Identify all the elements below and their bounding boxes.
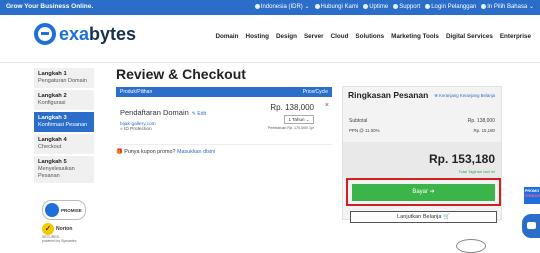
step-1: Langkah 1 Pengaturan Domain [34, 68, 94, 88]
top-bar: Grow Your Business Online. Indonesia (ID… [0, 0, 540, 15]
tax-line: PPN @ 11.00% Rp. 15,180 [349, 128, 495, 133]
header-product: Produk/Pilihan [120, 89, 153, 95]
total-box: Rp. 153,180 Total Tagihan hari ini [343, 142, 501, 178]
exabytes-logo-icon [34, 23, 56, 45]
pay-highlight: Bayar ➔ [346, 178, 501, 206]
menu-design[interactable]: Design [276, 33, 297, 40]
chat-icon[interactable] [522, 214, 540, 238]
main-menu: Domain Hosting Design Server Cloud Solut… [215, 33, 531, 40]
uptime-link[interactable]: Uptime [363, 4, 388, 10]
menu-server[interactable]: Server [304, 33, 324, 40]
step-5: Langkah 5 Menyelesaikan Pesanan [34, 156, 94, 183]
gift-icon: 🎁 [116, 149, 123, 155]
translate-icon [481, 4, 487, 9]
products-table: Produk/Pilihan Price/Cycle Pendaftaran D… [116, 87, 332, 145]
product-row: Pendaftaran Domain ✎ Edit bijak-gallery.c… [116, 97, 332, 145]
scroll-indicator [456, 239, 486, 253]
promise-badge: PROMISE [42, 200, 86, 220]
checkout-steps: Langkah 1 Pengaturan Domain Langkah 2 Konf… [34, 68, 94, 185]
menu-digital-services[interactable]: Digital Services [446, 33, 493, 40]
logo-text: exabytes [59, 23, 137, 44]
support-icon [393, 4, 399, 9]
norton-check-icon: ✓ [42, 223, 54, 235]
menu-enterprise[interactable]: Enterprise [500, 33, 531, 40]
promo-coupon: 🎁 Punya kupon promo? Masukkan disini [116, 149, 216, 155]
products-header: Produk/Pilihan Price/Cycle [116, 87, 332, 97]
exabytes-promise-icon [45, 203, 59, 217]
cart-link[interactable]: ⊕ Keranjang Keranjang Belanja [434, 93, 495, 99]
total-amount: Rp. 153,180 [428, 152, 495, 166]
login-link[interactable]: Login Pelanggan [425, 4, 476, 10]
flag-icon [254, 4, 260, 9]
contact-link[interactable]: Hubungi Kami [314, 4, 358, 10]
page-title: Review & Checkout [116, 66, 246, 82]
menu-marketing-tools[interactable]: Marketing Tools [391, 33, 439, 40]
trust-badges: PROMISE ✓ Norton SECURED powered by Syman… [34, 200, 94, 243]
language-currency-link[interactable]: Indonesia (IDR) ⌄ [254, 3, 310, 10]
norton-badge: ✓ Norton [42, 223, 94, 235]
support-link[interactable]: Support [393, 4, 420, 10]
pay-button[interactable]: Bayar ➔ [352, 184, 495, 201]
product-name: Pendaftaran Domain [120, 108, 189, 117]
summary-title: Ringkasan Pesanan [348, 90, 429, 100]
subtotal-line: Subtotal Rp. 138,000 [349, 118, 495, 124]
top-links: Indonesia (IDR) ⌄ Hubungi Kami Uptime Su… [254, 3, 534, 10]
menu-solutions[interactable]: Solutions [355, 33, 384, 40]
product-price: Rp. 138,000 [270, 103, 314, 112]
menu-hosting[interactable]: Hosting [246, 33, 269, 40]
cloud-icon [363, 4, 369, 9]
menu-cloud[interactable]: Cloud [331, 33, 349, 40]
continue-shopping-button[interactable]: Lanjutkan Belanja 🛒 [350, 211, 497, 223]
tagline: Grow Your Business Online. [6, 3, 94, 10]
logo[interactable]: exabytes [34, 23, 136, 45]
menu-domain[interactable]: Domain [215, 33, 238, 40]
step-2: Langkah 2 Konfigurasi [34, 90, 94, 110]
norton-powered-label: powered by Symantec [42, 239, 77, 243]
edit-link[interactable]: ✎ Edit [192, 111, 206, 117]
renewal-price: Pembaruan Rp. 170,000/ 1yr [267, 126, 314, 130]
remove-item-button[interactable]: × [325, 102, 329, 109]
promo-tab[interactable]: PROMOTERBARU [524, 187, 540, 204]
step-4: Langkah 4 Checkout [34, 134, 94, 154]
total-due-label: Total Tagihan hari ini [458, 169, 495, 174]
step-3-active: Langkah 3 Konfirmasi Pesanan [34, 112, 94, 132]
header-price: Price/Cycle [302, 89, 328, 95]
promo-code-link[interactable]: Masukkan disini [177, 149, 215, 155]
phone-icon [314, 4, 320, 9]
main-navbar: exabytes Domain Hosting Design Server Cl… [0, 15, 540, 63]
language-select[interactable]: In Pilih Bahasa ⌄ [481, 3, 534, 10]
billing-cycle-select[interactable]: 1 Tahun ⌄ [284, 115, 314, 124]
user-icon [425, 4, 431, 9]
